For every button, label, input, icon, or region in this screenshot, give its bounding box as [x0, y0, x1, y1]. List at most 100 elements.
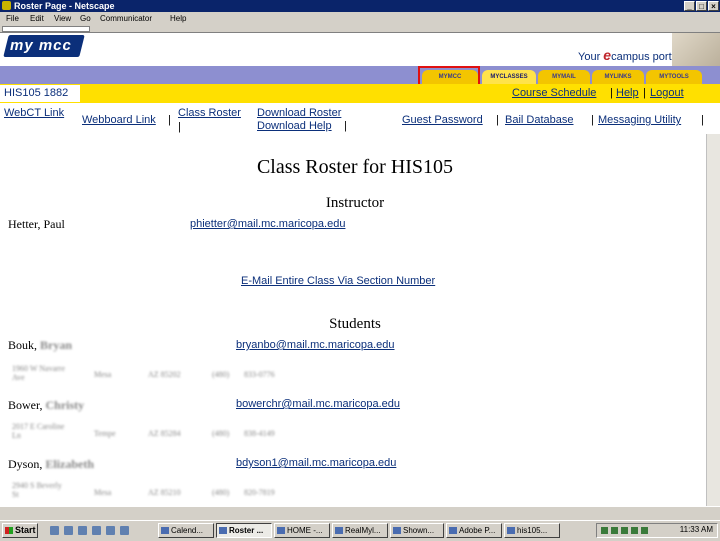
separator: |	[591, 114, 594, 126]
menu-go[interactable]: Go	[80, 12, 91, 25]
tray-icon[interactable]	[641, 527, 648, 534]
maximize-icon[interactable]: □	[696, 1, 707, 11]
task-adobe[interactable]: Adobe P...	[446, 523, 502, 538]
task-label: his105...	[517, 526, 548, 535]
task-shown[interactable]: Shown...	[390, 523, 444, 538]
task-label: Roster ...	[229, 526, 264, 535]
separator: |	[496, 114, 499, 126]
app-icon	[393, 527, 401, 534]
student-last-name: Dyson,	[8, 457, 43, 471]
student-area-code: (480)	[212, 370, 230, 379]
menubar: File Edit View Go Communicator Help	[0, 12, 720, 25]
app-icon	[449, 527, 457, 534]
close-icon[interactable]: ×	[708, 1, 719, 11]
start-label: Start	[15, 525, 36, 535]
student-email-link[interactable]: bowerchr@mail.mc.maricopa.edu	[236, 398, 400, 410]
class-roster-link[interactable]: Class Roster	[178, 107, 241, 119]
tab-myclasses[interactable]: MYCLASSES	[482, 70, 536, 84]
course-schedule-link[interactable]: Course Schedule	[512, 87, 596, 99]
student-phone: 838-4149	[244, 429, 275, 438]
student-name: Bouk, Bryan	[8, 338, 72, 353]
student-email-link[interactable]: bryanbo@mail.mc.maricopa.edu	[236, 339, 395, 351]
menu-file[interactable]: File	[6, 12, 19, 25]
student-street1: 2017 E Caroline	[12, 422, 65, 431]
separator: |	[610, 87, 613, 99]
instructor-heading: Instructor	[325, 195, 385, 211]
quicklaunch-icon[interactable]	[78, 526, 87, 535]
menu-help[interactable]: Help	[170, 12, 186, 25]
window-title: Roster Page - Netscape	[14, 1, 115, 11]
vertical-scrollbar[interactable]	[706, 134, 720, 506]
quicklaunch-icon[interactable]	[120, 526, 129, 535]
quicklaunch-icon[interactable]	[92, 526, 101, 535]
mymcc-logo[interactable]: my mcc	[10, 36, 82, 56]
task-home[interactable]: HOME -...	[274, 523, 330, 538]
student-phone: 833-0776	[244, 370, 275, 379]
menu-view[interactable]: View	[54, 12, 71, 25]
task-label: Shown...	[403, 526, 435, 535]
student-street2: St	[12, 490, 19, 499]
tab-mymail[interactable]: MYMAIL	[538, 70, 590, 84]
tray-icon[interactable]	[621, 527, 628, 534]
app-icon	[277, 527, 285, 534]
separator: |	[168, 114, 171, 126]
tab-mylinks[interactable]: MYLINKS	[592, 70, 644, 84]
tray-icon[interactable]	[631, 527, 638, 534]
tray-icon[interactable]	[611, 527, 618, 534]
task-calendar[interactable]: Calend...	[158, 523, 214, 538]
quicklaunch-icon[interactable]	[50, 526, 59, 535]
student-first-name: Bryan	[40, 338, 73, 352]
page-title: Class Roster for HIS105	[256, 156, 454, 178]
student-city: Mesa	[94, 488, 112, 497]
portal-tagline: Your ecampus portal.	[578, 47, 683, 63]
task-realmyl[interactable]: RealMyl...	[332, 523, 388, 538]
instructor-email-link[interactable]: phietter@mail.mc.maricopa.edu	[190, 218, 345, 230]
guest-password-link[interactable]: Guest Password	[402, 114, 483, 126]
student-email-link[interactable]: bdyson1@mail.mc.maricopa.edu	[236, 457, 396, 469]
menu-edit[interactable]: Edit	[30, 12, 44, 25]
webct-link[interactable]: WebCT Link	[4, 107, 64, 119]
app-icon	[335, 527, 343, 534]
instructor-name: Hetter, Paul	[8, 217, 65, 231]
separator: |	[701, 114, 704, 126]
start-button[interactable]: Start	[2, 523, 38, 538]
task-his105[interactable]: his105...	[504, 523, 560, 538]
tab-highlight-box	[418, 66, 480, 86]
windows-flag-icon	[5, 527, 13, 534]
student-street1: 1960 W Navarre	[12, 364, 66, 373]
webboard-link[interactable]: Webboard Link	[82, 114, 156, 126]
student-street2: Ln	[12, 431, 21, 440]
menu-communicator[interactable]: Communicator	[100, 12, 152, 25]
quicklaunch-icon[interactable]	[106, 526, 115, 535]
student-area-code: (480)	[212, 429, 230, 438]
bail-database-link[interactable]: Bail Database	[505, 114, 574, 126]
clock: 11:33 AM	[679, 525, 713, 534]
student-street: 1960 W Navarre Ave	[12, 364, 82, 382]
location-field[interactable]	[2, 26, 90, 32]
separator: |	[178, 121, 181, 133]
student-area-code: (480)	[212, 488, 230, 497]
student-name: Bower, Christy	[8, 398, 84, 413]
student-phone: 820-7819	[244, 488, 275, 497]
minimize-icon[interactable]: _	[684, 1, 695, 11]
student-state-zip: AZ 85284	[148, 429, 181, 438]
students-heading: Students	[329, 316, 381, 332]
download-help-link[interactable]: Download Help	[257, 120, 332, 132]
portal-prefix: Your	[578, 51, 604, 63]
student-city: Tempe	[94, 429, 116, 438]
help-link[interactable]: Help	[616, 87, 639, 99]
location-toolbar	[0, 25, 720, 33]
email-entire-class-link[interactable]: E-Mail Entire Class Via Section Number	[241, 275, 435, 287]
tray-icon[interactable]	[601, 527, 608, 534]
quicklaunch-icon[interactable]	[64, 526, 73, 535]
app-icon	[507, 527, 515, 534]
student-last-name: Bouk,	[8, 338, 38, 352]
messaging-utility-link[interactable]: Messaging Utility	[598, 114, 681, 126]
task-roster[interactable]: Roster ...	[216, 523, 272, 538]
student-street: 2940 S Beverly St	[12, 481, 82, 499]
tab-mytools[interactable]: MYTOOLS	[646, 70, 702, 84]
logout-link[interactable]: Logout	[650, 87, 684, 99]
separator: |	[344, 120, 347, 132]
download-roster-link[interactable]: Download Roster	[257, 107, 341, 119]
student-state-zip: AZ 85210	[148, 488, 181, 497]
